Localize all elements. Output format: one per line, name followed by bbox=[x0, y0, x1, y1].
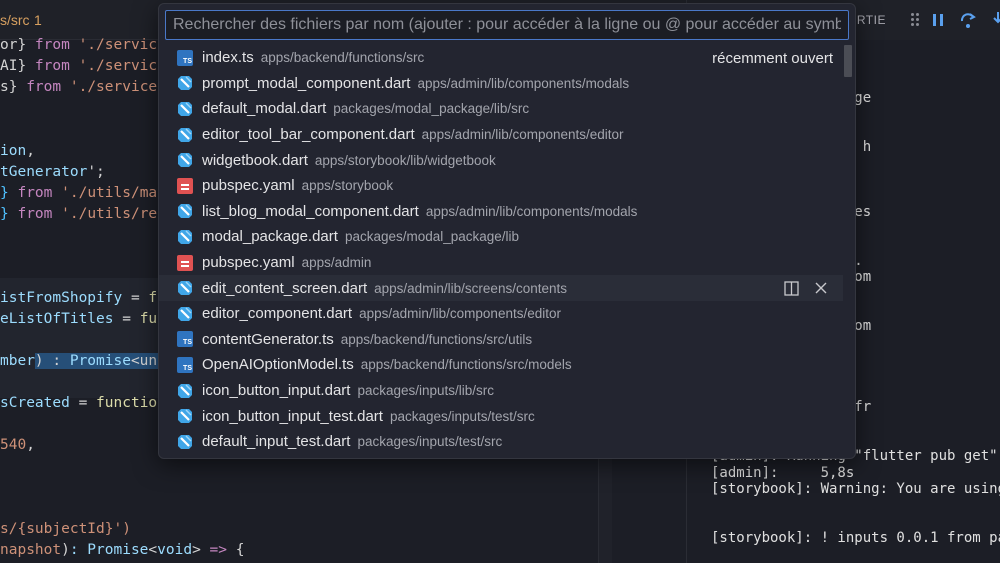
file-name: default_input_test.dart bbox=[202, 433, 351, 451]
pause-icon[interactable] bbox=[928, 10, 948, 30]
terminal-line: [storybook]: Warning: You are using bbox=[711, 481, 1000, 497]
code-line: napshot): Promise<void> => { bbox=[0, 542, 245, 558]
file-path: packages/modal_package/lib bbox=[344, 229, 520, 245]
step-into-icon[interactable] bbox=[988, 10, 1000, 30]
remove-from-recent-icon[interactable] bbox=[813, 280, 829, 296]
code-line: 540, bbox=[0, 437, 35, 453]
editor-tab-label[interactable]: s/src bbox=[0, 12, 30, 28]
file-result-item[interactable]: icon_button_input.dart packages/inputs/li… bbox=[159, 378, 843, 404]
file-result-item[interactable]: widgetbook.dart apps/storybook/lib/widget… bbox=[159, 147, 843, 173]
file-result-item[interactable]: default_input_test.dart packages/inputs/t… bbox=[159, 429, 843, 455]
file-path: apps/backend/functions/src/utils bbox=[340, 331, 533, 347]
dart-file-icon bbox=[177, 75, 193, 91]
file-name: widgetbook.dart bbox=[202, 151, 308, 169]
recently-opened-label: récemment ouvert bbox=[712, 50, 833, 67]
dart-file-icon bbox=[177, 152, 193, 168]
file-result-item[interactable]: pubspec.yaml apps/storybook bbox=[159, 173, 843, 199]
file-path: apps/storybook/lib/widgetbook bbox=[314, 152, 496, 168]
dart-file-icon bbox=[177, 127, 193, 143]
file-result-item[interactable]: TS OpenAIOptionModel.ts apps/backend/funct… bbox=[159, 352, 843, 378]
quick-open-dialog: TS index.ts apps/backend/functions/src réce… bbox=[158, 3, 856, 459]
file-result-item[interactable]: TS index.ts apps/backend/functions/src réce… bbox=[159, 45, 843, 71]
file-path: apps/admin/lib/components/editor bbox=[359, 306, 561, 322]
file-path: apps/admin/lib/components/modals bbox=[425, 203, 638, 219]
file-result-item[interactable]: icon_button_input_test.dart packages/inpu… bbox=[159, 403, 843, 429]
file-name: index.ts bbox=[202, 49, 254, 67]
file-path: apps/backend/functions/src bbox=[260, 50, 425, 66]
file-name: modal_package.dart bbox=[202, 228, 338, 246]
code-line: AI} from './service bbox=[0, 58, 166, 74]
row-actions bbox=[783, 280, 829, 296]
file-name: OpenAIOptionModel.ts bbox=[202, 356, 354, 374]
terminal-line: [admin]: 5,8s bbox=[711, 465, 855, 481]
yaml-file-icon bbox=[177, 254, 193, 271]
file-name: icon_button_input_test.dart bbox=[202, 407, 383, 425]
code-line: tGenerator'; bbox=[0, 164, 105, 180]
code-line: s/{subjectId}') bbox=[0, 521, 131, 537]
file-path: apps/storybook bbox=[301, 178, 394, 194]
file-path: packages/inputs/test/src bbox=[389, 408, 535, 424]
code-line: s} from './services bbox=[0, 79, 166, 95]
file-name: contentGenerator.ts bbox=[202, 330, 334, 348]
file-path: apps/admin/lib/screens/contents bbox=[374, 280, 567, 296]
file-name: list_blog_modal_component.dart bbox=[202, 202, 419, 220]
terminal-line: [storybook]: ! inputs 0.0.1 from pat bbox=[711, 530, 1000, 546]
file-name: pubspec.yaml bbox=[202, 254, 295, 272]
typescript-file-icon: TS bbox=[177, 356, 193, 373]
yaml-file-icon bbox=[177, 177, 193, 194]
results-scrollbar[interactable] bbox=[844, 45, 852, 77]
drag-handle-icon[interactable] bbox=[911, 12, 919, 28]
file-path: packages/inputs/test/src bbox=[357, 434, 503, 450]
dart-file-icon bbox=[177, 280, 193, 296]
step-over-icon[interactable] bbox=[958, 10, 978, 30]
file-results-list: TS index.ts apps/backend/functions/src réce… bbox=[159, 45, 843, 456]
file-name: pubspec.yaml bbox=[202, 177, 295, 195]
file-result-item[interactable]: TS contentGenerator.ts apps/backend/functi… bbox=[159, 327, 843, 353]
file-result-item[interactable]: modal_package.dart packages/modal_package… bbox=[159, 224, 843, 250]
dart-file-icon bbox=[177, 408, 193, 424]
dart-file-icon bbox=[177, 229, 193, 245]
file-result-item[interactable]: editor_component.dart apps/admin/lib/comp… bbox=[159, 301, 843, 327]
file-result-item[interactable]: editor_tool_bar_component.dart apps/admin… bbox=[159, 122, 843, 148]
file-path: packages/inputs/lib/src bbox=[357, 383, 495, 399]
file-name: default_modal.dart bbox=[202, 100, 327, 118]
problems-count-badge: 1 bbox=[34, 12, 42, 28]
dart-file-icon bbox=[177, 203, 193, 219]
file-name: edit_content_screen.dart bbox=[202, 279, 368, 297]
code-line: } from './utils/mar bbox=[0, 185, 166, 201]
code-line: ion, bbox=[0, 143, 35, 159]
dart-file-icon bbox=[177, 383, 193, 399]
dart-file-icon bbox=[177, 434, 193, 450]
dart-file-icon bbox=[177, 101, 193, 117]
code-line: mber) : Promise<unk bbox=[0, 353, 166, 369]
file-result-item[interactable]: edit_content_screen.dart apps/admin/lib/s… bbox=[159, 275, 843, 301]
typescript-file-icon: TS bbox=[177, 49, 193, 66]
code-line: istFromShopify = fu bbox=[0, 290, 166, 306]
file-result-item[interactable]: list_blog_modal_component.dart apps/admin… bbox=[159, 199, 843, 225]
code-line: sCreated = function bbox=[0, 395, 166, 411]
file-name: prompt_modal_component.dart bbox=[202, 74, 411, 92]
dart-file-icon bbox=[177, 306, 193, 322]
code-line: eListOfTitles = fun bbox=[0, 311, 166, 327]
split-editor-icon[interactable] bbox=[783, 280, 799, 296]
file-result-item[interactable]: prompt_modal_component.dart apps/admin/li… bbox=[159, 71, 843, 97]
file-path: apps/admin/lib/components/modals bbox=[417, 75, 630, 91]
file-path: apps/admin/lib/components/editor bbox=[421, 127, 624, 143]
file-name: editor_tool_bar_component.dart bbox=[202, 126, 415, 144]
code-line: } from './utils/ren bbox=[0, 206, 166, 222]
file-name: icon_button_input.dart bbox=[202, 382, 351, 400]
file-search-input[interactable] bbox=[165, 10, 849, 40]
file-result-item[interactable]: pubspec.yaml apps/admin bbox=[159, 250, 843, 276]
file-path: apps/backend/functions/src/models bbox=[360, 357, 572, 373]
file-path: apps/admin bbox=[301, 255, 372, 271]
file-path: packages/modal_package/lib/src bbox=[333, 101, 530, 117]
typescript-file-icon: TS bbox=[177, 331, 193, 348]
file-name: editor_component.dart bbox=[202, 305, 353, 323]
code-line: or} from './service bbox=[0, 37, 166, 53]
file-result-item[interactable]: default_modal.dart packages/modal_package… bbox=[159, 96, 843, 122]
